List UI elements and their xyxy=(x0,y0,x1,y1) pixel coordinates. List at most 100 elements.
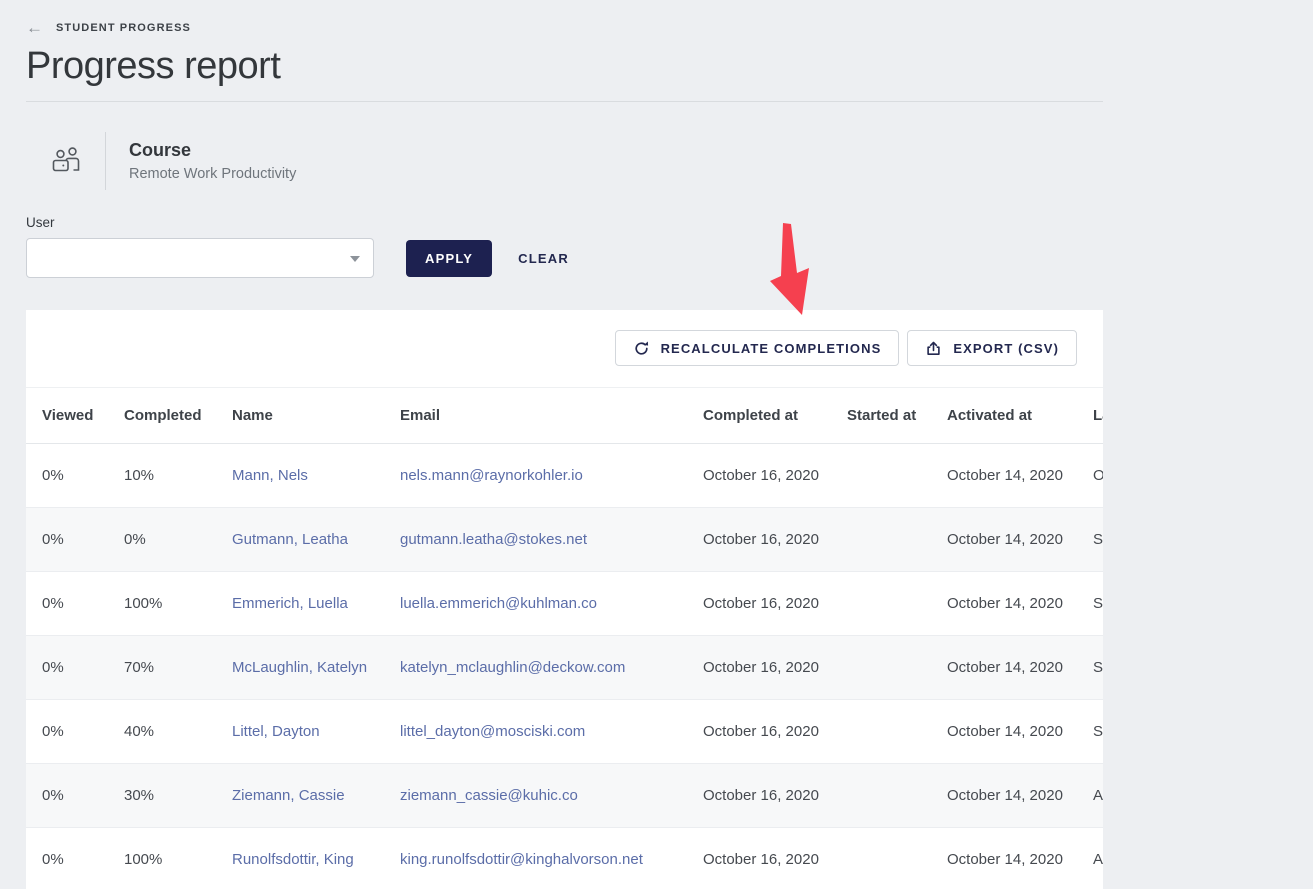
activated-at-cell: October 14, 2020 xyxy=(931,636,1077,700)
table-row: 0% 100% Emmerich, Luella luella.emmerich… xyxy=(26,572,1103,636)
started-at-cell xyxy=(831,636,931,700)
email-cell: gutmann.leatha@stokes.net xyxy=(384,508,687,572)
column-header-viewed: Viewed xyxy=(26,388,108,444)
name-cell: McLaughlin, Katelyn xyxy=(216,636,384,700)
user-label: User xyxy=(26,215,1103,230)
started-at-cell xyxy=(831,700,931,764)
activated-at-cell: October 14, 2020 xyxy=(931,508,1077,572)
student-email-link[interactable]: gutmann.leatha@stokes.net xyxy=(400,531,587,548)
activated-at-cell: October 14, 2020 xyxy=(931,700,1077,764)
last-activity-cell: Se xyxy=(1077,572,1103,636)
student-name-link[interactable]: Emmerich, Luella xyxy=(232,595,348,612)
report-card: RECALCULATE COMPLETIONS EXPORT (CSV) xyxy=(26,310,1103,889)
recalculate-completions-label: RECALCULATE COMPLETIONS xyxy=(661,341,882,356)
email-cell: nels.mann@raynorkohler.io xyxy=(384,444,687,508)
breadcrumb-label: STUDENT PROGRESS xyxy=(56,22,191,34)
name-cell: Runolfsdottir, King xyxy=(216,828,384,889)
last-activity-cell: Se xyxy=(1077,700,1103,764)
table-row: 0% 0% Gutmann, Leatha gutmann.leatha@sto… xyxy=(26,508,1103,572)
name-cell: Littel, Dayton xyxy=(216,700,384,764)
course-divider xyxy=(105,132,106,190)
email-cell: luella.emmerich@kuhlman.co xyxy=(384,572,687,636)
email-cell: ziemann_cassie@kuhic.co xyxy=(384,764,687,828)
refresh-icon xyxy=(633,340,650,357)
clear-button[interactable]: CLEAR xyxy=(518,240,569,277)
completed-cell: 40% xyxy=(108,700,216,764)
name-cell: Mann, Nels xyxy=(216,444,384,508)
name-cell: Ziemann, Cassie xyxy=(216,764,384,828)
viewed-cell: 0% xyxy=(26,828,108,889)
page: ← STUDENT PROGRESS Progress report Cours… xyxy=(0,0,1313,889)
student-email-link[interactable]: littel_dayton@mosciski.com xyxy=(400,723,585,740)
table-row: 0% 10% Mann, Nels nels.mann@raynorkohler… xyxy=(26,444,1103,508)
started-at-cell xyxy=(831,444,931,508)
column-header-completed-at: Completed at xyxy=(687,388,831,444)
table-row: 0% 40% Littel, Dayton littel_dayton@mosc… xyxy=(26,700,1103,764)
completed-at-cell: October 16, 2020 xyxy=(687,572,831,636)
started-at-cell xyxy=(831,572,931,636)
student-name-link[interactable]: Mann, Nels xyxy=(232,467,308,484)
name-cell: Emmerich, Luella xyxy=(216,572,384,636)
completed-at-cell: October 16, 2020 xyxy=(687,636,831,700)
export-csv-button[interactable]: EXPORT (CSV) xyxy=(907,330,1077,366)
completed-at-cell: October 16, 2020 xyxy=(687,700,831,764)
student-name-link[interactable]: Runolfsdottir, King xyxy=(232,851,354,868)
completed-cell: 10% xyxy=(108,444,216,508)
student-name-link[interactable]: McLaughlin, Katelyn xyxy=(232,659,367,676)
completed-cell: 100% xyxy=(108,572,216,636)
started-at-cell xyxy=(831,508,931,572)
page-title: Progress report xyxy=(26,45,1103,88)
email-cell: katelyn_mclaughlin@deckow.com xyxy=(384,636,687,700)
viewed-cell: 0% xyxy=(26,764,108,828)
people-icon xyxy=(50,146,82,176)
completed-cell: 70% xyxy=(108,636,216,700)
completed-cell: 0% xyxy=(108,508,216,572)
viewed-cell: 0% xyxy=(26,508,108,572)
user-select[interactable] xyxy=(26,238,374,278)
table-toolbar: RECALCULATE COMPLETIONS EXPORT (CSV) xyxy=(26,310,1103,387)
last-activity-cell: Se xyxy=(1077,636,1103,700)
completed-at-cell: October 16, 2020 xyxy=(687,444,831,508)
column-header-started-at: Started at xyxy=(831,388,931,444)
completed-cell: 30% xyxy=(108,764,216,828)
student-email-link[interactable]: king.runolfsdottir@kinghalvorson.net xyxy=(400,851,643,868)
started-at-cell xyxy=(831,828,931,889)
column-header-email: Email xyxy=(384,388,687,444)
last-activity-cell: Oc xyxy=(1077,444,1103,508)
completed-cell: 100% xyxy=(108,828,216,889)
completed-at-cell: October 16, 2020 xyxy=(687,764,831,828)
course-name: Remote Work Productivity xyxy=(129,166,296,182)
apply-button[interactable]: APPLY xyxy=(406,240,492,277)
upload-icon xyxy=(925,340,942,357)
back-arrow-icon[interactable]: ← xyxy=(26,19,43,36)
activated-at-cell: October 14, 2020 xyxy=(931,572,1077,636)
student-name-link[interactable]: Gutmann, Leatha xyxy=(232,531,348,548)
student-email-link[interactable]: ziemann_cassie@kuhic.co xyxy=(400,787,578,804)
last-activity-cell: Au xyxy=(1077,764,1103,828)
student-email-link[interactable]: luella.emmerich@kuhlman.co xyxy=(400,595,597,612)
last-activity-cell: Se xyxy=(1077,508,1103,572)
title-divider xyxy=(26,101,1103,102)
name-cell: Gutmann, Leatha xyxy=(216,508,384,572)
table-row: 0% 70% McLaughlin, Katelyn katelyn_mclau… xyxy=(26,636,1103,700)
breadcrumb: ← STUDENT PROGRESS xyxy=(26,0,1103,36)
completed-at-cell: October 16, 2020 xyxy=(687,508,831,572)
course-summary: Course Remote Work Productivity xyxy=(26,132,1103,190)
viewed-cell: 0% xyxy=(26,700,108,764)
recalculate-completions-button[interactable]: RECALCULATE COMPLETIONS xyxy=(615,330,900,366)
chevron-down-icon xyxy=(350,256,360,262)
student-name-link[interactable]: Ziemann, Cassie xyxy=(232,787,345,804)
column-header-name: Name xyxy=(216,388,384,444)
student-name-link[interactable]: Littel, Dayton xyxy=(232,723,320,740)
viewed-cell: 0% xyxy=(26,636,108,700)
table-header-row: Viewed Completed Name Email Completed at… xyxy=(26,388,1103,444)
course-label: Course xyxy=(129,140,296,161)
column-header-completed: Completed xyxy=(108,388,216,444)
email-cell: king.runolfsdottir@kinghalvorson.net xyxy=(384,828,687,889)
activated-at-cell: October 14, 2020 xyxy=(931,444,1077,508)
email-cell: littel_dayton@mosciski.com xyxy=(384,700,687,764)
student-email-link[interactable]: katelyn_mclaughlin@deckow.com xyxy=(400,659,625,676)
student-email-link[interactable]: nels.mann@raynorkohler.io xyxy=(400,467,583,484)
column-header-last-activity: La xyxy=(1077,388,1103,444)
table-row: 0% 100% Runolfsdottir, King king.runolfs… xyxy=(26,828,1103,889)
